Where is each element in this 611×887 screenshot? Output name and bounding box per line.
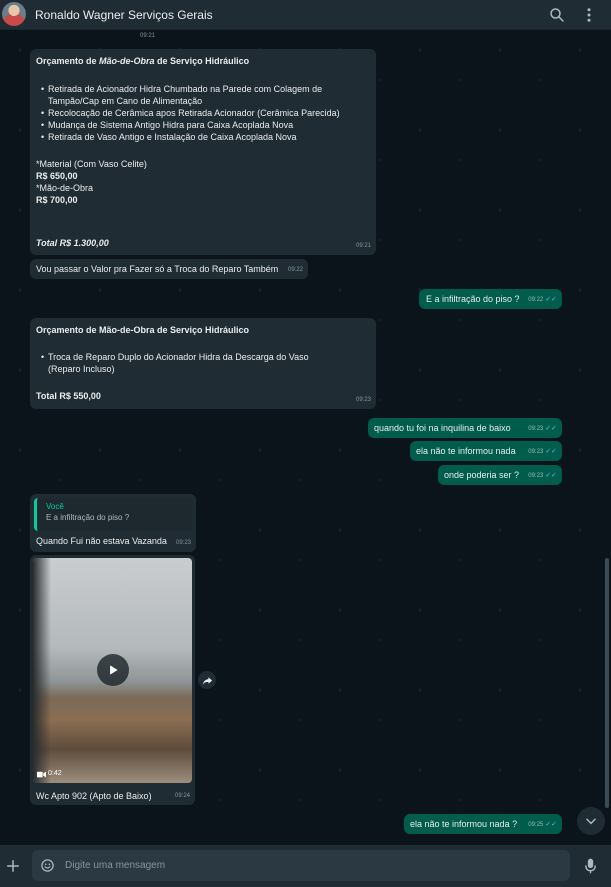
clipped-timestamp: 09:21 [140,33,156,39]
message-incoming[interactable]: Você E a infiltração do piso ? Quando Fu… [30,494,196,552]
message-incoming-video[interactable]: 0:42 Wc Apto 902 (Apto de Baixo) 09:24 [30,555,195,805]
quoted-message[interactable]: Você E a infiltração do piso ? [34,498,192,531]
message-text: E a infiltração do piso ? [426,294,520,304]
total-price: Total R$ 1.300,00 [36,238,109,248]
search-icon[interactable] [548,6,566,24]
message-outgoing[interactable]: ela não te informou nada 09:23 ✓✓ [410,441,562,461]
labor-price: R$ 700,00 [36,195,78,205]
scrollbar[interactable] [605,558,609,808]
message-outgoing[interactable]: ela não te informou nada ? 09:25 ✓✓ [404,814,562,834]
microphone-icon[interactable] [581,857,599,875]
read-ticks-icon: ✓✓ [545,448,557,455]
message-time: 09:23 ✓✓ [528,425,557,432]
message-text: onde poderia ser ? [444,470,520,480]
read-ticks-icon: ✓✓ [545,425,557,432]
message-input[interactable] [65,857,545,874]
composer-bar [0,845,611,887]
message-time: 09:23 [355,397,371,403]
avatar[interactable] [2,2,26,26]
list-item: Recolocação de Cerâmica apos Retirada Ac… [36,107,370,119]
message-incoming[interactable]: Orçamento de Mão-de-Obra de Serviço Hidr… [30,318,376,409]
contact-name[interactable]: Ronaldo Wagner Serviços Gerais [35,8,213,22]
material-label: *Material (Com Vaso Celite) [36,159,147,169]
list-item: Retirada de Vaso Antigo e Instalação de … [36,131,370,143]
video-thumbnail[interactable]: 0:42 [33,558,192,783]
photo-shadow [33,558,51,783]
quote-author: Você [46,502,64,511]
message-time: 09:23 ✓✓ [528,472,557,479]
menu-dots-icon[interactable] [580,6,598,24]
play-icon [110,665,118,675]
message-text: quando tu foi na inquilina de baixo [374,423,511,433]
video-duration: 0:42 [37,768,62,780]
attach-plus-icon[interactable] [4,857,22,875]
play-button[interactable] [97,654,129,686]
video-camera-icon [37,771,46,777]
list-item: Mudança de Sistema Antigo Hidra para Cai… [36,119,370,131]
message-text: ela não te informou nada ? [410,819,518,829]
message-incoming[interactable]: Orçamento de Mão-de-Obra de Serviço Hidr… [30,49,376,255]
labor-label: *Mão-de-Obra [36,183,94,193]
message-time: 09:22 [287,267,303,273]
read-ticks-icon: ✓✓ [545,821,557,828]
video-caption: Wc Apto 902 (Apto de Baixo) [36,791,152,801]
chevron-down-icon [586,818,596,825]
message-time: 09:23 ✓✓ [528,448,557,455]
quote-text: E a infiltração do piso ? [46,513,130,522]
message-composer[interactable] [32,850,570,881]
scroll-to-bottom-button[interactable] [577,807,605,835]
total-price: Total R$ 550,00 [36,391,101,401]
read-ticks-icon: ✓✓ [545,296,557,303]
message-title: Orçamento de Mão-de-Obra de Serviço Hidr… [36,56,250,66]
message-outgoing[interactable]: quando tu foi na inquilina de baixo 09:2… [368,418,562,438]
emoji-icon[interactable] [39,857,56,874]
message-time: 09:21 [355,243,371,249]
message-outgoing[interactable]: onde poderia ser ? 09:23 ✓✓ [438,465,562,485]
chat-header[interactable]: Ronaldo Wagner Serviços Gerais [0,0,611,30]
message-text: Vou passar o Valor pra Fazer só a Troca … [36,264,279,274]
message-incoming[interactable]: Vou passar o Valor pra Fazer só a Troca … [30,259,308,279]
message-outgoing[interactable]: E a infiltração do piso ? 09:22 ✓✓ [419,289,562,309]
message-text: Quando Fui não estava Vazanda [36,536,167,546]
message-title: Orçamento de Mão-de-Obra de Serviço Hidr… [36,325,250,335]
message-time: 09:25 ✓✓ [528,821,557,828]
read-ticks-icon: ✓✓ [545,472,557,479]
message-time: 09:23 [175,540,191,546]
message-list[interactable]: 09:21 Orçamento de Mão-de-Obra de Serviç… [0,30,611,845]
material-price: R$ 650,00 [36,171,78,181]
list-item: Retirada de Acionador Hidra Chumbado na … [36,83,348,107]
forward-icon[interactable] [198,671,216,689]
list-item: Troca de Reparo Duplo do Acionador Hidra… [36,351,336,375]
message-text: ela não te informou nada [416,446,516,456]
whatsapp-chat-window: Ronaldo Wagner Serviços Gerais 09:21 Orç… [0,0,611,887]
message-time: 09:22 ✓✓ [528,296,557,303]
message-time: 09:24 [174,793,190,799]
